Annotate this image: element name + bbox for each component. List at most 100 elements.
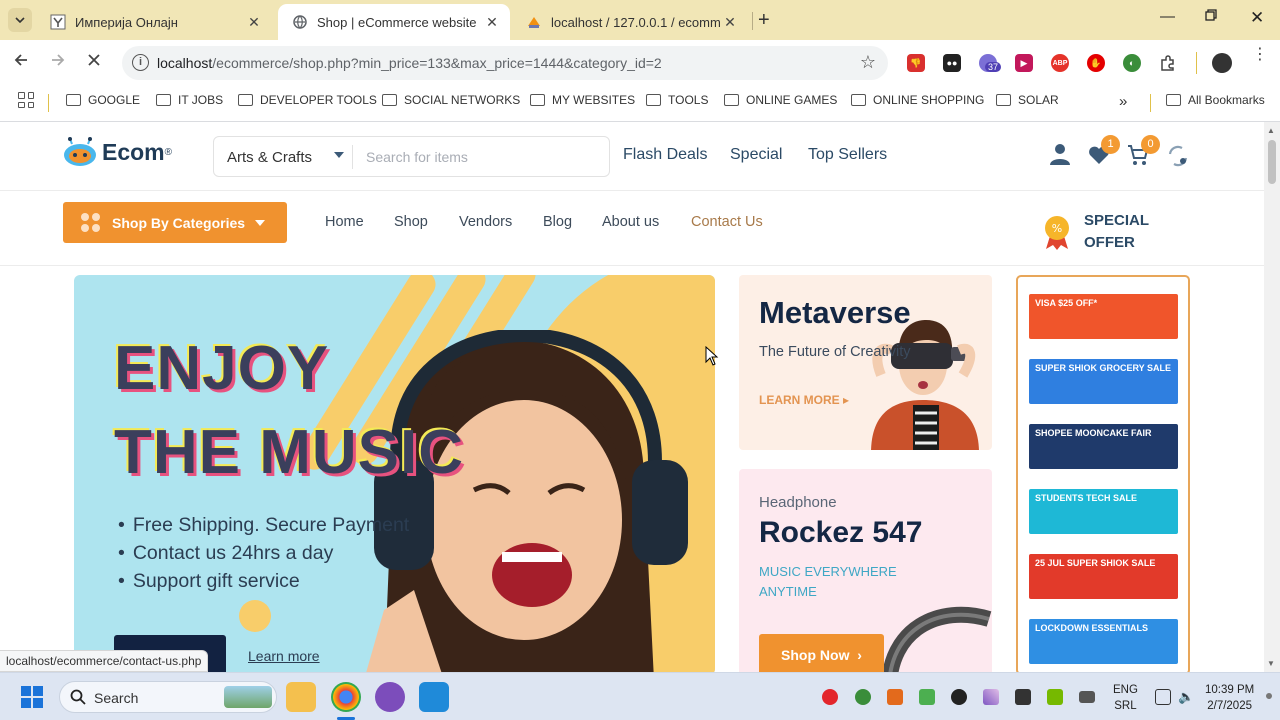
banner-super-shiok-sale[interactable]: 25 JUL SUPER SHIOK SALE: [1029, 554, 1178, 599]
browser-menu-icon[interactable]: ⋮: [1252, 47, 1268, 63]
site-logo[interactable]: Ecom ®: [62, 136, 172, 168]
banner-lockdown-essentials[interactable]: LOCKDOWN ESSENTIALS: [1029, 619, 1178, 664]
apps-grid-icon[interactable]: [18, 92, 34, 108]
header-divider: [0, 190, 1264, 191]
input-language[interactable]: ENG SRL: [1113, 682, 1138, 714]
compare-icon[interactable]: [1167, 145, 1189, 172]
restore-button[interactable]: [1205, 8, 1217, 25]
bookmark-it-jobs[interactable]: IT JOBS: [156, 93, 223, 107]
menu-contact-us[interactable]: Contact Us: [691, 214, 763, 230]
promo-headphone-title: Rockez 547: [759, 516, 923, 549]
bookmark-online-games[interactable]: ONLINE GAMES: [724, 93, 837, 107]
extension-dislike-icon[interactable]: 👎: [907, 54, 925, 72]
promo-metaverse-learn-more[interactable]: LEARN MORE ▸: [759, 393, 849, 407]
hero-woman-headphones-image: [366, 330, 688, 672]
category-select[interactable]: Arts & Crafts: [227, 149, 312, 166]
search-highlight-image: [224, 686, 272, 708]
scroll-up-icon[interactable]: ▲: [1267, 126, 1275, 135]
github-desktop-icon[interactable]: [375, 682, 405, 712]
arrow-left-icon: [14, 54, 27, 66]
bookmark-my-websites[interactable]: MY WEBSITES: [530, 93, 635, 107]
menu-shop[interactable]: Shop: [394, 214, 428, 230]
minimize-button[interactable]: —: [1160, 8, 1175, 25]
menu-home[interactable]: Home: [325, 214, 364, 230]
banner-visa[interactable]: VISA $25 OFF*: [1029, 294, 1178, 339]
bookmark-online-shopping[interactable]: ONLINE SHOPPING: [851, 93, 984, 107]
bookmark-developer-tools[interactable]: DEVELOPER TOOLS: [238, 93, 377, 107]
nvidia-tray-icon[interactable]: [1047, 689, 1063, 705]
volume-icon[interactable]: 🔈: [1178, 689, 1194, 705]
tab-phpmyadmin[interactable]: localhost / 127.0.0.1 / ecomme ✕: [512, 4, 748, 40]
promo-headphone-card[interactable]: Headphone Rockez 547 MUSIC EVERYWHERE AN…: [739, 469, 992, 672]
opera-tray-icon[interactable]: [822, 689, 838, 705]
bookmark-solar[interactable]: SOLAR: [996, 93, 1059, 107]
tab-shop[interactable]: Shop | eCommerce website ✕: [278, 4, 510, 40]
ublock-icon[interactable]: ✋: [1087, 54, 1105, 72]
user-icon[interactable]: [1049, 142, 1071, 171]
caret-down-icon[interactable]: [334, 152, 344, 158]
promo-metaverse-card[interactable]: Metaverse The Future of Creativity LEARN…: [739, 275, 992, 450]
scroll-down-icon[interactable]: ▼: [1267, 659, 1275, 668]
extension-globe-icon[interactable]: ◐: [1123, 54, 1141, 72]
stop-button[interactable]: [86, 52, 102, 73]
forward-button[interactable]: [50, 52, 66, 73]
shop-by-categories-button[interactable]: Shop By Categories: [63, 202, 287, 243]
bookmark-tools[interactable]: TOOLS: [646, 93, 708, 107]
windows-start-icon[interactable]: [21, 686, 43, 708]
close-window-button[interactable]: ✕: [1250, 8, 1264, 28]
chrome-taskbar-icon[interactable]: [331, 682, 361, 712]
tray-app-icon[interactable]: [1015, 689, 1031, 705]
special-offer-link[interactable]: % SPECIAL OFFER: [1042, 210, 1149, 254]
notification-dot[interactable]: [1266, 693, 1272, 699]
link-flash-deals[interactable]: Flash Deals: [623, 146, 707, 164]
page-scrollbar[interactable]: ▲ ▼: [1264, 122, 1280, 672]
keyboard-icon[interactable]: [1079, 691, 1095, 703]
adblock-plus-icon[interactable]: ABP: [1051, 54, 1069, 72]
menu-blog[interactable]: Blog: [543, 214, 572, 230]
shop-now-button[interactable]: Shop Now ›: [759, 634, 884, 672]
folder-icon: [724, 94, 739, 106]
tray-app-icon[interactable]: [951, 689, 967, 705]
bookmark-star-icon[interactable]: ☆: [860, 52, 876, 73]
network-icon[interactable]: [1155, 689, 1171, 705]
url-text[interactable]: localhost/ecommerce/shop.php?min_price=1…: [157, 55, 662, 71]
link-top-sellers[interactable]: Top Sellers: [808, 146, 887, 164]
taskbar-search[interactable]: Search: [59, 681, 277, 713]
bookmarks-overflow-icon[interactable]: »: [1119, 93, 1127, 110]
extension-tampermonkey-icon[interactable]: ●●: [943, 54, 961, 72]
tab-search-button[interactable]: [8, 8, 32, 32]
menu-about-us[interactable]: About us: [602, 214, 659, 230]
profile-avatar[interactable]: [1212, 53, 1232, 73]
site-info-icon[interactable]: i: [132, 54, 149, 71]
address-bar[interactable]: i localhost/ecommerce/shop.php?min_price…: [122, 46, 888, 80]
scrollbar-thumb[interactable]: [1268, 140, 1276, 184]
hero-banner[interactable]: ENJOY THE MUSIC Free Shipping. Secure Pa…: [74, 275, 715, 672]
folder-icon: [996, 94, 1011, 106]
taskbar-clock[interactable]: 10:39 PM 2/7/2025: [1205, 682, 1254, 714]
xampp-tray-icon[interactable]: [887, 689, 903, 705]
bookmark-social-networks[interactable]: SOCIAL NETWORKS: [382, 93, 520, 107]
tray-app-icon[interactable]: [919, 689, 935, 705]
bookmark-label: ONLINE SHOPPING: [873, 93, 985, 107]
new-tab-button[interactable]: +: [758, 9, 770, 32]
close-tab-icon[interactable]: ✕: [244, 14, 264, 31]
tab-imperija[interactable]: Империја Онлајн ✕: [36, 4, 272, 40]
menu-vendors[interactable]: Vendors: [459, 214, 512, 230]
banner-tech-sale[interactable]: STUDENTS TECH SALE: [1029, 489, 1178, 534]
back-button[interactable]: [13, 52, 29, 73]
close-tab-icon[interactable]: ✕: [720, 14, 740, 31]
bookmark-google[interactable]: GOOGLE: [66, 93, 140, 107]
close-tab-icon[interactable]: ✕: [482, 14, 502, 31]
link-special[interactable]: Special: [730, 146, 782, 164]
file-explorer-icon[interactable]: [286, 682, 316, 712]
search-input[interactable]: [354, 138, 604, 175]
all-bookmarks[interactable]: All Bookmarks: [1166, 93, 1265, 107]
hero-learn-more-link[interactable]: Learn more: [248, 648, 320, 664]
banner-mooncake-fair[interactable]: SHOPEE MOONCAKE FAIR: [1029, 424, 1178, 469]
tray-globe-icon[interactable]: [855, 689, 871, 705]
tray-pen-icon[interactable]: [983, 689, 999, 705]
vscode-icon[interactable]: [419, 682, 449, 712]
extension-video-icon[interactable]: ▶: [1015, 54, 1033, 72]
banner-grocery-sale[interactable]: SUPER SHIOK GROCERY SALE: [1029, 359, 1178, 404]
extensions-puzzle-icon[interactable]: [1159, 54, 1177, 72]
